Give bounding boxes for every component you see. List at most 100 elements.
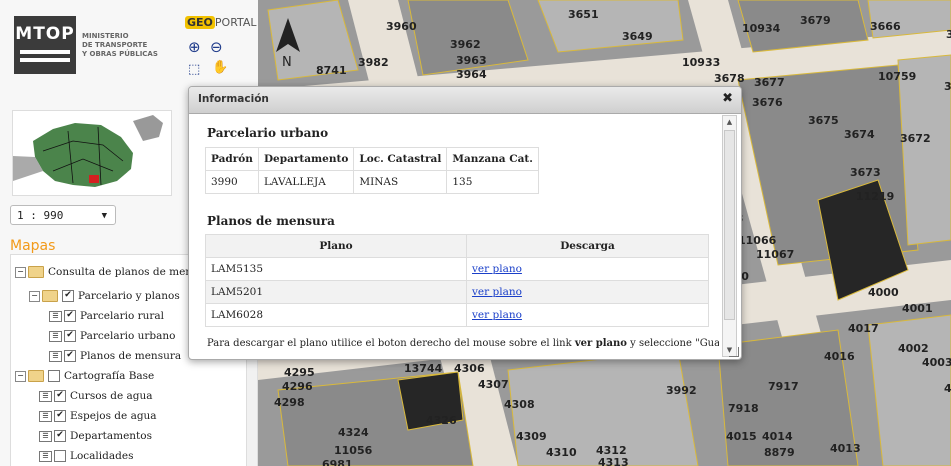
table-header: Padrón (205, 147, 259, 171)
scroll-thumb[interactable] (724, 130, 735, 320)
hint-text: Para descargar el plano utilice el boton… (207, 338, 575, 349)
parcel-label: 13744 (404, 362, 443, 375)
parcel-label: 3676 (752, 96, 783, 109)
ver-plano-link[interactable]: ver plano (472, 286, 522, 298)
hand-pan-icon[interactable]: ✋ (212, 60, 228, 75)
parcel-label: 4295 (284, 366, 315, 379)
checkbox-checked[interactable]: ✔ (54, 390, 66, 402)
parcel-label: 3666 (870, 20, 901, 33)
plano-cell: LAM5201 (205, 280, 467, 304)
checkbox-checked[interactable]: ✔ (54, 430, 66, 442)
geoportal-logo: GEO PORTAL (185, 16, 257, 29)
parcel-label: 7918 (728, 402, 759, 415)
tree-item-label: Planos de mensura (80, 350, 182, 362)
box-select-icon[interactable]: ⬚ (188, 62, 200, 77)
checkbox-unchecked[interactable] (48, 370, 60, 382)
tree-item-cursos-agua[interactable]: ☰ ✔ Cursos de agua (39, 387, 153, 405)
zoom-out-icon[interactable]: ⊖ (210, 38, 223, 56)
tree-item-label: Localidades (70, 450, 134, 462)
dialog-body: Parcelario urbano Padrón Departamento Lo… (189, 114, 719, 359)
manzana-cell: 135 (446, 170, 539, 194)
tree-item-cartografia-base[interactable]: − Cartografía Base (15, 367, 154, 385)
table-row: LAM6028 ver plano (205, 303, 709, 327)
ver-plano-link[interactable]: ver plano (472, 309, 522, 321)
parcel-label: 3960 (386, 20, 417, 33)
ver-plano-link[interactable]: ver plano (472, 263, 522, 275)
tree-item-parcelario-planos[interactable]: − ✔ Parcelario y planos (29, 287, 180, 305)
planos-table: Plano Descarga LAM5135 ver plano LAM5201… (205, 234, 709, 327)
dialog-header[interactable]: Información ✖ (189, 87, 741, 114)
tree-item-espejos-agua[interactable]: ☰ ✔ Espejos de agua (39, 407, 157, 425)
parcel-label: 8741 (316, 64, 347, 77)
scale-select[interactable]: 1 : 990 ▼ (10, 205, 116, 225)
checkbox-checked[interactable]: ✔ (62, 290, 74, 302)
download-hint: Para descargar el plano utilice el boton… (207, 338, 719, 349)
plano-cell: LAM5135 (205, 257, 467, 281)
tree-item-label: Parcelario urbano (80, 330, 176, 342)
north-label: N (282, 55, 292, 70)
padron-cell: 3990 (205, 170, 259, 194)
dialog-scrollbar[interactable]: ▲ ▼ (722, 115, 737, 357)
mapas-title: Mapas (10, 238, 56, 254)
collapse-icon[interactable]: − (15, 266, 26, 278)
parcel-label: 4296 (282, 380, 313, 393)
parcel-label: 3675 (808, 114, 839, 127)
planos-title: Planos de mensura (207, 214, 335, 228)
parcel-label: 3672 (900, 132, 931, 145)
parcel-label: 10933 (682, 56, 720, 69)
hint-bold: ver plano (574, 338, 627, 349)
parcel-label: 7917 (768, 380, 799, 393)
folder-icon (28, 370, 44, 382)
tree-item-parcelario-urbano[interactable]: ☰ ✔ Parcelario urbano (49, 327, 175, 345)
chevron-down-icon: ▼ (101, 211, 107, 221)
parcel-label: 3963 (456, 54, 487, 67)
resize-handle-icon[interactable] (729, 347, 739, 357)
logo-mark-text: MTOP (15, 24, 75, 44)
checkbox-checked[interactable]: ✔ (64, 310, 76, 322)
parcel-label: 3674 (844, 128, 875, 141)
tree-item-consulta[interactable]: − Consulta de planos de mensura (15, 263, 216, 281)
parcel-label: 4000 (868, 286, 899, 299)
parcel-label: 4013 (830, 442, 861, 455)
tree-item-label: Cartografía Base (64, 370, 155, 382)
zoom-in-icon[interactable]: ⊕ (188, 38, 201, 56)
parcel-label: 3964 (456, 68, 487, 81)
overview-map[interactable] (12, 110, 172, 196)
close-icon[interactable]: ✖ (722, 91, 733, 106)
folder-icon (42, 290, 58, 302)
plano-cell: LAM6028 (205, 303, 467, 327)
checkbox-checked[interactable]: ✔ (54, 410, 66, 422)
logo-line-1: MINISTERIO (82, 31, 129, 40)
parcel-label: 4307 (478, 378, 509, 391)
parcel-label: 3649 (622, 30, 653, 43)
tree-item-departamentos[interactable]: ☰ ✔ Departamentos (39, 427, 152, 445)
tree-item-label: Departamentos (70, 430, 152, 442)
layer-icon: ☰ (39, 450, 52, 462)
parcel-label: 4016 (824, 350, 855, 363)
parcel-label: 11066 (738, 234, 777, 247)
layer-icon: ☰ (39, 430, 52, 442)
parcel-label: 4298 (274, 396, 305, 409)
parcel-label: 11067 (756, 248, 794, 261)
checkbox-checked[interactable]: ✔ (64, 350, 76, 362)
logo-line-3: Y OBRAS PÚBLICAS (82, 49, 158, 58)
scroll-up-icon[interactable]: ▲ (723, 116, 736, 128)
logo-mark: MTOP (14, 16, 76, 74)
logo-text: MINISTERIO DE TRANSPORTE Y OBRAS PÚBLICA… (82, 32, 166, 59)
parcel-label: 10759 (878, 70, 916, 83)
layer-icon: ☰ (39, 390, 52, 402)
collapse-icon[interactable]: − (29, 290, 40, 302)
table-row: LAM5135 ver plano (205, 257, 709, 281)
parcel-label: 3982 (358, 56, 389, 69)
tree-item-planos-mensura[interactable]: ☰ ✔ Planos de mensura (49, 347, 181, 365)
layer-icon: ☰ (49, 310, 62, 322)
tree-item-localidades[interactable]: ☰ Localidades (39, 447, 133, 465)
localidad-cell: MINAS (353, 170, 448, 194)
collapse-icon[interactable]: − (15, 370, 26, 382)
parcel-label: 11056 (334, 444, 373, 457)
tree-item-parcelario-rural[interactable]: ☰ ✔ Parcelario rural (49, 307, 164, 325)
tree-item-label: Cursos de agua (70, 390, 153, 402)
parcelario-title: Parcelario urbano (207, 126, 329, 140)
checkbox-unchecked[interactable] (54, 450, 66, 462)
checkbox-checked[interactable]: ✔ (64, 330, 76, 342)
